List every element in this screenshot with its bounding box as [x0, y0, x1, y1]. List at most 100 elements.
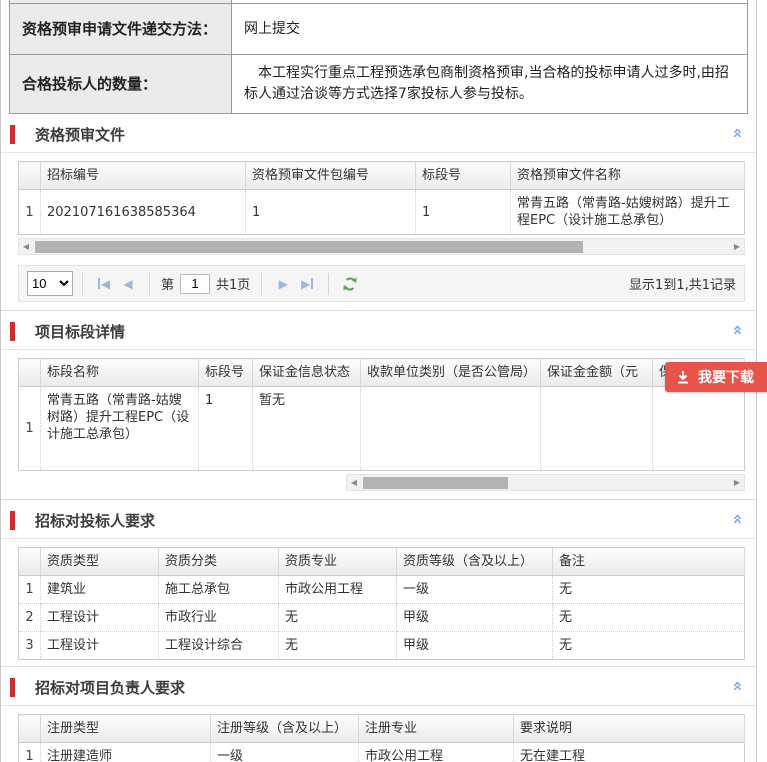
cell-register-type: 注册建造师	[41, 743, 211, 762]
bidder-table-wrap: 资质类型 资质分类 资质专业 资质等级（含及以上） 备注 1 建筑业 施工总承包…	[18, 547, 745, 660]
section-title: 招标对投标人要求	[35, 512, 155, 530]
cell-qualification-grade: 一级	[397, 576, 553, 604]
stage-table-wrap: 标段名称 标段号 保证金信息状态 收款单位类别（是否公管局） 保证金金额（元 保…	[18, 358, 745, 471]
scroll-track[interactable]	[361, 477, 730, 489]
download-icon	[676, 370, 690, 384]
header-cell-deposit-amount: 保证金金额（元	[541, 359, 653, 387]
header-cell-qualification-type: 资质类型	[41, 548, 159, 576]
scroll-left-icon[interactable]: ◀	[19, 239, 33, 254]
next-page-icon: ▶	[279, 278, 288, 290]
cell-payee-type	[361, 387, 541, 471]
section-prequal-files: 资格预审文件 « 招标编号 资格预审文件包编号 标段号 资格预审文件名称 1 2…	[1, 114, 756, 302]
cell-stage-name: 常青五路（常青路-姑嫂树路）提升工程EPC（设计施工总承包）	[41, 387, 199, 471]
cell-qualification-major: 无	[279, 604, 397, 632]
prev-page-icon: ◀	[123, 278, 132, 290]
scroll-right-icon[interactable]: ▶	[730, 239, 744, 254]
header-cell-register-type: 注册类型	[41, 715, 211, 743]
table-row[interactable]: 1 202107161638585364 1 1 常青五路（常青路-姑嫂树路）提…	[19, 190, 745, 235]
manager-table: 注册类型 注册等级（含及以上） 注册专业 要求说明 1 注册建造师 一级 市政公…	[18, 714, 745, 762]
collapse-icon[interactable]: «	[728, 325, 748, 336]
header-cell-requirement-desc: 要求说明	[514, 715, 745, 743]
table-row[interactable]: 2 工程设计 市政行业 无 甲级 无	[19, 604, 745, 632]
next-page-button[interactable]: ▶	[271, 273, 295, 295]
header-cell-index	[19, 715, 41, 743]
header-cell-stage-name: 标段名称	[41, 359, 199, 387]
cell-row-number: 1	[19, 743, 41, 762]
h-scrollbar[interactable]: ◀ ▶	[346, 474, 745, 491]
page: 资格预审申请文件递交方法： 网上提交 合格投标人的数量： 本工程实行重点工程预选…	[0, 0, 767, 762]
cell-deposit-deadline	[653, 387, 745, 471]
prev-page-button[interactable]: ◀	[116, 273, 140, 295]
info-row: 资格预审申请文件递交方法： 网上提交	[10, 4, 747, 54]
page-size-select[interactable]: 10	[27, 271, 73, 296]
table-row[interactable]: 1 建筑业 施工总承包 市政公用工程 一级 无	[19, 576, 745, 604]
info-label: 合格投标人的数量：	[10, 55, 232, 113]
cell-row-number: 1	[19, 576, 41, 604]
section-header: 资格预审文件 «	[1, 114, 756, 153]
cell-register-major: 市政公用工程	[359, 743, 514, 762]
first-page-button[interactable]: ◀	[92, 273, 116, 295]
cell-row-number: 1	[19, 190, 41, 235]
section-accent-bar	[10, 678, 15, 697]
cell-row-number: 2	[19, 604, 41, 632]
header-cell-qualification-category: 资质分类	[159, 548, 279, 576]
download-button-label: 我要下载	[698, 367, 754, 387]
collapse-icon[interactable]: «	[728, 128, 748, 139]
cell-qualification-category: 市政行业	[159, 604, 279, 632]
manager-table-wrap: 注册类型 注册等级（含及以上） 注册专业 要求说明 1 注册建造师 一级 市政公…	[18, 714, 745, 762]
prequal-table-wrap: 招标编号 资格预审文件包编号 标段号 资格预审文件名称 1 2021071616…	[18, 161, 745, 235]
cell-note: 无	[553, 604, 745, 632]
scroll-left-icon[interactable]: ◀	[347, 475, 361, 490]
page-prefix-label: 第	[161, 274, 174, 293]
header-cell-register-grade: 注册等级（含及以上）	[211, 715, 359, 743]
cell-deposit-amount	[541, 387, 653, 471]
section-accent-bar	[10, 322, 15, 341]
section-header: 招标对投标人要求 «	[1, 500, 756, 539]
cell-qualification-category: 施工总承包	[159, 576, 279, 604]
header-cell-index	[19, 359, 41, 387]
pager: 10 ◀ ◀ 第 共1页 ▶ ▶ 显示1到1,共1记录	[18, 265, 745, 302]
bidder-table: 资质类型 资质分类 资质专业 资质等级（含及以上） 备注 1 建筑业 施工总承包…	[18, 547, 745, 660]
header-cell-qualification-major: 资质专业	[279, 548, 397, 576]
scroll-thumb[interactable]	[363, 477, 508, 489]
table-header-row: 标段名称 标段号 保证金信息状态 收款单位类别（是否公管局） 保证金金额（元 保…	[19, 359, 745, 387]
info-label: 资格预审申请文件递交方法：	[10, 4, 232, 54]
table-row[interactable]: 1 注册建造师 一级 市政公用工程 无在建工程	[19, 743, 745, 762]
section-accent-bar	[10, 125, 15, 144]
scroll-track[interactable]	[33, 241, 730, 253]
scroll-thumb[interactable]	[35, 241, 583, 253]
page-number-input[interactable]	[180, 274, 210, 294]
table-header-row: 注册类型 注册等级（含及以上） 注册专业 要求说明	[19, 715, 745, 743]
cell-qualification-type: 建筑业	[41, 576, 159, 604]
pager-separator	[261, 273, 262, 295]
section-header: 招标对项目负责人要求 «	[1, 667, 756, 706]
section-title: 项目标段详情	[35, 323, 125, 341]
collapse-icon[interactable]: «	[728, 681, 748, 692]
collapse-icon[interactable]: «	[728, 514, 748, 525]
info-value: 网上提交	[232, 4, 747, 54]
header-cell-section-no: 标段号	[416, 162, 511, 190]
header-cell-index	[19, 162, 41, 190]
pager-separator	[149, 273, 150, 295]
refresh-button[interactable]	[338, 273, 362, 295]
cell-row-number: 1	[19, 387, 41, 471]
scroll-right-icon[interactable]: ▶	[730, 475, 744, 490]
table-row[interactable]: 1 常青五路（常青路-姑嫂树路）提升工程EPC（设计施工总承包） 1 暂无	[19, 387, 745, 471]
h-scrollbar[interactable]: ◀ ▶	[18, 238, 745, 255]
header-cell-file-name: 资格预审文件名称	[511, 162, 745, 190]
cell-section-no: 1	[199, 387, 253, 471]
last-page-icon: ▶	[301, 278, 310, 290]
cell-qualification-major: 市政公用工程	[279, 576, 397, 604]
stage-table: 标段名称 标段号 保证金信息状态 收款单位类别（是否公管局） 保证金金额（元 保…	[18, 358, 745, 471]
cell-register-grade: 一级	[211, 743, 359, 762]
section-bidder-requirements: 招标对投标人要求 « 资质类型 资质分类 资质专业 资质等级（含及以上） 备注 …	[1, 499, 756, 666]
download-button[interactable]: 我要下载	[665, 362, 767, 392]
header-cell-bid-no: 招标编号	[41, 162, 246, 190]
section-header: 项目标段详情 «	[1, 311, 756, 350]
last-page-button[interactable]: ▶	[295, 273, 319, 295]
cell-qualification-type: 工程设计	[41, 632, 159, 660]
table-row[interactable]: 3 工程设计 工程设计综合 无 甲级 无	[19, 632, 745, 660]
table-header-row: 资质类型 资质分类 资质专业 资质等级（含及以上） 备注	[19, 548, 745, 576]
pager-summary: 显示1到1,共1记录	[629, 274, 736, 293]
section-title: 招标对项目负责人要求	[35, 679, 185, 697]
